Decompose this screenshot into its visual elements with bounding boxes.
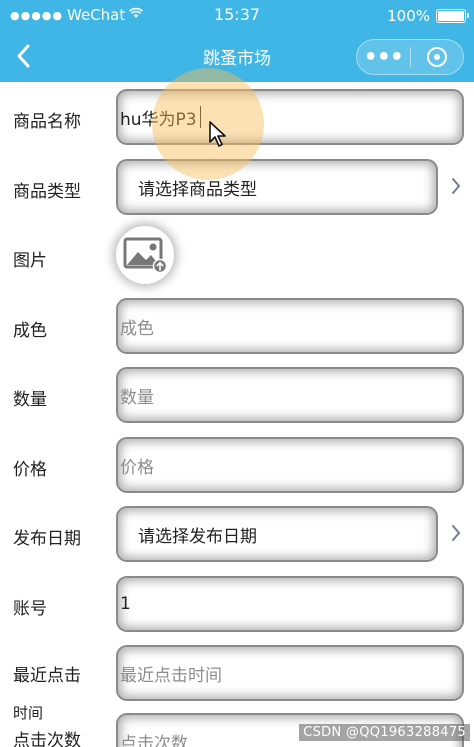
type-picker[interactable]: 请选择商品类型 — [116, 159, 438, 215]
image-label: 图片 — [13, 251, 47, 271]
nav-bar: 跳蚤市场 ••• — [0, 32, 474, 82]
last-click-placeholder: 最近点击时间 — [120, 665, 222, 686]
condition-input[interactable]: 成色 — [116, 298, 464, 354]
name-label: 商品名称 — [13, 112, 81, 132]
last-click-label: 最近点击 — [13, 666, 81, 686]
date-picker-text: 请选择发布日期 — [138, 526, 257, 547]
last-click-label-line2: 时间 — [13, 704, 44, 722]
watermark: CSDN @QQ1963288475 — [299, 724, 470, 741]
close-capsule-button[interactable] — [410, 40, 463, 74]
close-circle-icon — [426, 47, 447, 67]
quantity-placeholder: 数量 — [120, 387, 154, 408]
account-label: 账号 — [13, 599, 47, 619]
price-placeholder: 价格 — [120, 457, 154, 478]
condition-label: 成色 — [13, 321, 47, 341]
name-input-value: hu华为P3 — [120, 109, 197, 130]
battery-icon — [436, 9, 469, 23]
status-right: 100% — [387, 7, 469, 25]
account-value: 1 — [120, 594, 131, 614]
type-chevron-right-icon[interactable] — [450, 176, 466, 198]
click-count-placeholder: 点击次数 — [120, 733, 188, 747]
quantity-input[interactable]: 数量 — [116, 367, 464, 423]
image-upload-button[interactable] — [116, 226, 174, 284]
account-input[interactable]: 1 — [116, 576, 464, 632]
price-label: 价格 — [13, 460, 47, 480]
date-chevron-right-icon[interactable] — [450, 523, 466, 545]
price-input[interactable]: 价格 — [116, 437, 464, 493]
condition-placeholder: 成色 — [120, 318, 154, 339]
text-caret — [199, 106, 201, 128]
quantity-label: 数量 — [13, 390, 47, 410]
date-label: 发布日期 — [13, 529, 81, 549]
more-dots-icon[interactable]: ••• — [357, 40, 410, 74]
last-click-input[interactable]: 最近点击时间 — [116, 645, 464, 701]
status-bar: ●●●●● WeChat 15:37 100% — [0, 0, 474, 32]
battery-percent: 100% — [387, 7, 430, 25]
image-upload-icon — [123, 237, 167, 273]
type-label: 商品类型 — [13, 182, 81, 202]
click-count-label: 点击次数 — [13, 731, 81, 747]
type-picker-text: 请选择商品类型 — [138, 179, 257, 200]
name-input[interactable]: hu华为P3 — [116, 89, 464, 145]
mini-program-capsule: ••• — [356, 39, 464, 75]
date-picker[interactable]: 请选择发布日期 — [116, 506, 438, 562]
